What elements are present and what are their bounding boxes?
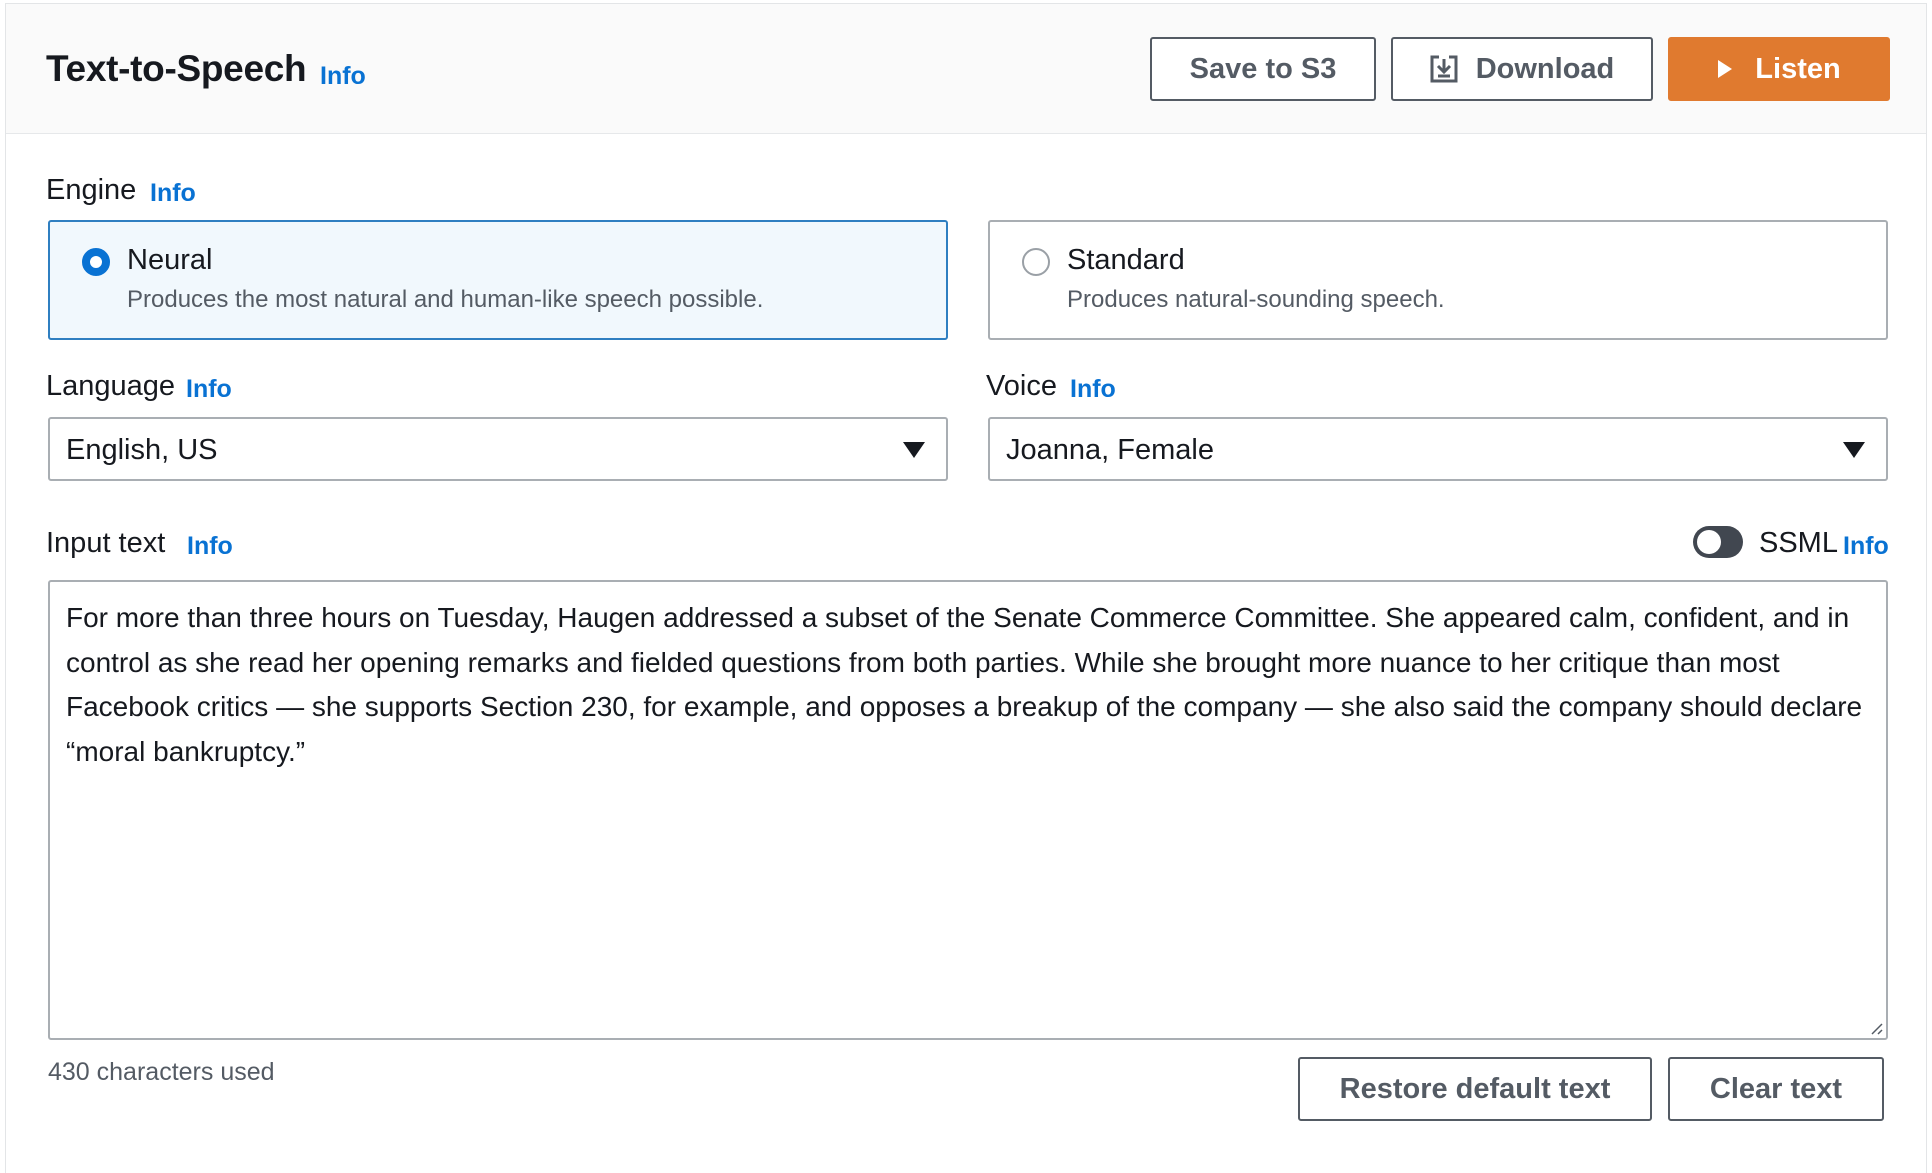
language-info-link[interactable]: Info [186,375,232,404]
voice-select[interactable]: Joanna, Female [988,417,1888,481]
input-text-content: For more than three hours on Tuesday, Ha… [66,602,1863,767]
neural-description: Produces the most natural and human-like… [127,286,764,313]
ssml-toggle[interactable] [1693,526,1743,558]
caret-down-icon [1843,442,1865,458]
neural-title: Neural [127,244,213,276]
standard-title: Standard [1067,244,1185,276]
input-text-label: Input text [46,527,166,559]
engine-info-link[interactable]: Info [150,179,196,208]
resize-handle-icon[interactable] [1867,1019,1883,1035]
input-textarea[interactable]: For more than three hours on Tuesday, Ha… [48,580,1888,1040]
clear-text-button[interactable]: Clear text [1668,1057,1884,1121]
play-icon [1718,60,1733,78]
listen-button[interactable]: Listen [1668,37,1890,101]
neural-radio[interactable] [82,248,110,276]
engine-option-neural[interactable]: Neural Produces the most natural and hum… [48,220,948,340]
restore-default-text-button[interactable]: Restore default text [1298,1057,1652,1121]
restore-label: Restore default text [1339,1072,1611,1105]
engine-label: Engine [46,174,137,206]
save-to-s3-button[interactable]: Save to S3 [1150,37,1376,101]
page-title: Text-to-Speech [46,48,307,89]
input-text-info-link[interactable]: Info [187,532,233,561]
clear-label: Clear text [1709,1072,1843,1105]
panel-header: Text-to-Speech Info Save to S3 Download … [6,4,1926,134]
title-info-link[interactable]: Info [320,62,366,91]
download-button[interactable]: Download [1391,37,1653,101]
save-to-s3-label: Save to S3 [1189,52,1337,85]
language-label: Language [46,370,176,402]
voice-label: Voice [986,370,1057,402]
engine-option-standard[interactable]: Standard Produces natural-sounding speec… [988,220,1888,340]
voice-info-link[interactable]: Info [1070,375,1116,404]
characters-used: 430 characters used [48,1058,275,1086]
standard-radio[interactable] [1022,248,1050,276]
standard-description: Produces natural-sounding speech. [1067,286,1445,313]
ssml-label: SSML [1759,527,1838,559]
tts-panel: Text-to-Speech Info Save to S3 Download … [5,3,1927,1173]
ssml-toggle-knob [1697,530,1721,554]
language-value: English, US [66,434,218,466]
ssml-info-link[interactable]: Info [1843,532,1889,561]
caret-down-icon [903,442,925,458]
language-select[interactable]: English, US [48,417,948,481]
download-icon [1430,55,1458,83]
download-label: Download [1475,52,1615,85]
voice-value: Joanna, Female [1006,434,1214,466]
listen-label: Listen [1755,52,1841,85]
